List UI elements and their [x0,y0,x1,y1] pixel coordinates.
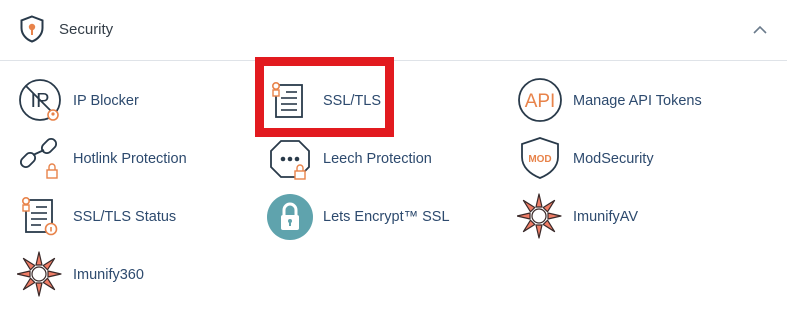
shield-icon [20,15,44,43]
item-label: Hotlink Protection [73,151,187,167]
item-ssl-tls[interactable]: SSL/TLS [267,75,387,127]
chevron-up-icon[interactable] [752,22,768,38]
imunify-icon [17,251,62,297]
security-section-header[interactable]: Security [0,0,787,61]
item-imunifyav[interactable]: ImunifyAV [517,191,717,243]
api-icon: API [518,78,562,122]
imunify-icon [517,193,562,239]
section-title: Security [59,21,114,38]
item-label: Imunify360 [73,267,144,283]
item-label: ModSecurity [573,151,654,167]
item-ip-blocker[interactable]: IP IP Blocker [17,75,217,127]
leech-icon [270,140,310,180]
ssl-tls-icon [272,82,303,118]
item-label: Manage API Tokens [573,93,702,109]
item-label: IP Blocker [73,93,139,109]
item-label: ImunifyAV [573,209,639,225]
item-modsecurity[interactable]: MOD ModSecurity [517,133,717,185]
item-label: SSL/TLS [323,93,382,109]
security-panel: Security IP IP Blocker SSL/TLS [0,0,787,309]
hotlink-icon [19,137,58,179]
item-ssl-tls-status[interactable]: SSL/TLS Status [17,191,217,243]
item-label: SSL/TLS Status [73,209,177,225]
modsecurity-icon: MOD [521,137,559,179]
lets-encrypt-icon [267,194,313,240]
item-hotlink-protection[interactable]: Hotlink Protection [17,133,217,185]
item-label: Leech Protection [323,151,432,167]
ip-blocker-icon: IP [19,79,61,121]
svg-text:API: API [525,91,556,112]
svg-text:MOD: MOD [528,154,551,165]
ssl-status-icon [22,197,58,236]
item-leech-protection[interactable]: Leech Protection [267,133,467,185]
item-imunify360[interactable]: Imunify360 [17,249,217,301]
item-label: Lets Encrypt™ SSL [323,209,450,225]
item-lets-encrypt-ssl[interactable]: Lets Encrypt™ SSL [267,191,467,243]
item-manage-api-tokens[interactable]: API Manage API Tokens [517,75,737,127]
